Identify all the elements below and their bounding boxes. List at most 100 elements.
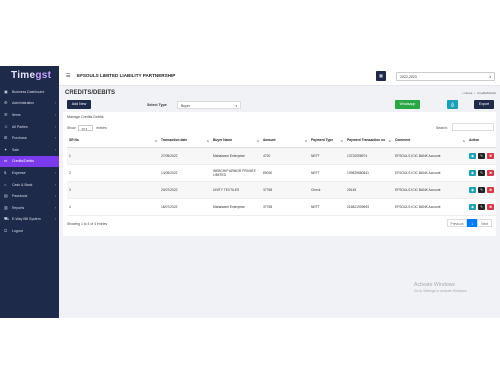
sidebar-item-all-parties[interactable]: ☺ All Parties ›	[0, 121, 59, 133]
items-icon: ☰	[4, 111, 8, 117]
column-header[interactable]: Amount ⇅	[261, 134, 309, 148]
cell-sr: 1	[67, 147, 159, 165]
cell-amount: 37768	[261, 181, 309, 199]
page-1-button[interactable]: 1	[467, 219, 478, 227]
export-button[interactable]: Export	[474, 100, 494, 109]
add-new-button[interactable]: Add New	[67, 100, 91, 109]
chevron-right-icon: ›	[54, 194, 56, 199]
financial-year-select[interactable]: 2022-2023 ▾	[396, 72, 495, 81]
column-header-label: Transaction date	[161, 138, 188, 143]
sidebar-item-expense[interactable]: $ Expense ›	[0, 167, 59, 179]
cell-date: 27/09/2022	[159, 147, 211, 165]
sidebar-item-cash-bank[interactable]: ⌂ Cash & Bank ›	[0, 179, 59, 191]
sidebar-item-business-dashboard[interactable]: ▣ Business Dashboard	[0, 86, 59, 98]
sidebar-item-reports[interactable]: ▥ Reports ›	[0, 202, 59, 214]
cell-date: 20/07/2022	[159, 181, 211, 199]
menu-toggle-icon[interactable]: ☰	[66, 73, 70, 79]
cell-actions: ◉ ✎ ✖	[467, 147, 496, 165]
edit-icon[interactable]: ✎	[478, 203, 485, 210]
edit-icon[interactable]: ✎	[478, 169, 485, 176]
breadcrumb: ⌂ Home › Credits/Debits	[462, 91, 496, 95]
column-header[interactable]: Buyer Name ⇅	[211, 134, 261, 148]
cell-amount: 4720	[261, 147, 309, 165]
chevron-right-icon: ›	[54, 182, 56, 187]
select-type-dropdown[interactable]: Buyer ▾	[177, 100, 241, 109]
cell-sr: 2	[67, 164, 159, 182]
cell-comment: EFSOULS ICIC BANK Account	[393, 198, 467, 216]
cell-buyer: UNITY TEXTILES	[211, 181, 261, 199]
sort-icon: ⇅	[340, 139, 343, 143]
app-logo[interactable]: Timegst	[0, 66, 59, 86]
sidebar-item-label: Credits/Debits	[12, 159, 34, 164]
breadcrumb-home[interactable]: Home	[464, 91, 472, 95]
eye-icon[interactable]: ◉	[469, 203, 476, 210]
sidebar-item-sale[interactable]: ✦ Sale ›	[0, 144, 59, 156]
eye-icon[interactable]: ◉	[469, 169, 476, 176]
edit-icon[interactable]: ✎	[478, 186, 485, 193]
print-icon[interactable]: ⎙	[447, 100, 458, 109]
delete-icon[interactable]: ✖	[487, 152, 494, 159]
sidebar-item-items[interactable]: ☰ Items ›	[0, 109, 59, 121]
eye-icon[interactable]: ◉	[469, 186, 476, 193]
column-header[interactable]: SR No ⇅	[67, 134, 159, 148]
main-content: ☰ EFSOULS LIMITED LIABILITY PARTNERSHIP …	[59, 66, 500, 318]
chevron-right-icon: ›	[54, 205, 56, 210]
sidebar-item-label: All Parties	[12, 124, 28, 129]
page-header: CREDITS/DEBITS ⌂ Home › Credits/Debits	[59, 86, 500, 100]
delete-icon[interactable]: ✖	[487, 186, 494, 193]
sidebar-item-credits-debits[interactable]: ⇄ Credits/Debits	[0, 155, 59, 168]
sort-icon: ⇅	[462, 139, 465, 143]
whatsapp-button[interactable]: Whatsapp	[395, 100, 420, 109]
activate-windows-watermark: Activate Windows Go to Settings to activ…	[414, 282, 468, 293]
search-input[interactable]	[452, 123, 494, 131]
sort-icon: ⇅	[206, 139, 209, 143]
sidebar-item-purchase[interactable]: ⊞ Purchase ›	[0, 132, 59, 144]
entries-select[interactable]: 10 ▾	[78, 125, 94, 131]
watermark-title: Activate Windows	[414, 282, 455, 288]
cell-sr: 4	[67, 198, 159, 216]
cell-buyer: WEBCHIP ARMOR PRIVATE LIMITED	[211, 164, 261, 182]
watermark-subtitle: Go to Settings to activate Windows.	[414, 289, 468, 293]
sidebar-item-label: Logout	[12, 228, 23, 233]
cell-buyer: Mahalaxmi Enterprise	[211, 147, 261, 165]
parties-icon: ☺	[4, 123, 9, 129]
delete-icon[interactable]: ✖	[487, 169, 494, 176]
edit-icon[interactable]: ✎	[478, 152, 485, 159]
cell-actions: ◉ ✎ ✖	[467, 181, 496, 199]
column-header[interactable]: Transaction date ⇅	[159, 134, 211, 148]
column-header[interactable]: Payment Transaction no ⇅	[345, 134, 393, 148]
sidebar-item-administration[interactable]: ⚙ Administration ›	[0, 98, 59, 110]
entries-value: 10	[81, 127, 85, 131]
column-header[interactable]: Action	[467, 134, 496, 148]
sidebar-item-passbook[interactable]: ▤ Passbook ›	[0, 190, 59, 202]
sidebar-item-label: Items	[12, 112, 21, 117]
sidebar-item-label: Cash & Bank	[12, 182, 33, 187]
column-header[interactable]: Comment ⇅	[393, 134, 467, 148]
select-type-value: Buyer	[181, 103, 190, 108]
calendar-icon[interactable]: ▦	[376, 71, 386, 81]
cell-ptype: NEFT	[309, 198, 345, 216]
previous-button[interactable]: Previous	[446, 219, 468, 227]
column-header-label: Buyer Name	[213, 138, 233, 143]
show-label: Show	[67, 125, 76, 130]
column-header-label: Payment Transaction no	[347, 138, 386, 143]
cell-comment: EFSOULS ICIC BANK Account	[393, 147, 467, 165]
sidebar-item-logout[interactable]: ⏻ Logout	[0, 225, 59, 237]
column-header-label: Action	[469, 138, 480, 143]
next-button[interactable]: Next	[477, 219, 492, 227]
app-window: Timegst ▣ Business Dashboard ⚙ Administrati…	[0, 66, 500, 318]
column-header[interactable]: Payment Type ⇅	[309, 134, 345, 148]
chevron-right-icon: ›	[54, 101, 56, 106]
breadcrumb-separator: ›	[474, 91, 476, 95]
eye-icon[interactable]: ◉	[469, 152, 476, 159]
delete-icon[interactable]: ✖	[487, 203, 494, 210]
column-header-label: Comment	[395, 138, 411, 143]
sidebar-item-e-way-bill-system[interactable]: ⛟ E-Way Bill System ›	[0, 214, 59, 226]
chevron-right-icon: ›	[54, 124, 56, 129]
financial-year-value: 2022-2023	[400, 75, 417, 79]
chevron-down-icon: ▾	[235, 103, 237, 108]
search-label: Search:	[436, 126, 448, 130]
table-row: 2 14/09/2022 WEBCHIP ARMOR PRIVATE LIMITED…	[67, 164, 496, 182]
sidebar-item-label: Purchase	[12, 136, 27, 141]
cell-date: 16/07/2022	[159, 198, 211, 216]
